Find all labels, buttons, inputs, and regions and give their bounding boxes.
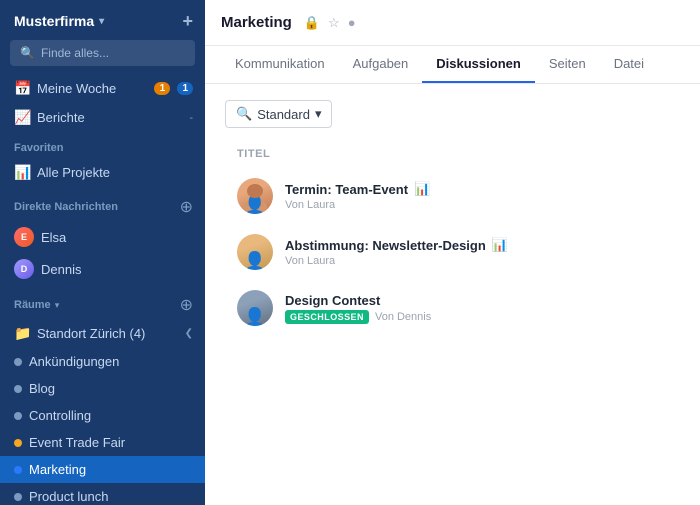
sidebar-item-standort-zurich[interactable]: 📁 Standort Zürich (4) ❮ [0,319,205,348]
search-placeholder: Finde alles... [41,46,109,60]
page-title: Marketing [221,14,292,31]
company-name-button[interactable]: Musterfirma ▾ [14,13,104,29]
discussion-title: Termin: Team-Event [285,182,408,197]
dm-label: Direkte Nachrichten [14,201,118,213]
discussion-meta: Von Laura [285,255,668,267]
chart-icon: 📊 [492,237,508,253]
dot-yellow-icon [14,439,22,447]
company-chevron-icon: ▾ [99,16,104,27]
all-projects-label: Alle Projekte [37,165,193,180]
sidebar-item-event-trade-fair[interactable]: Event Trade Fair [0,429,205,456]
rooms-toggle[interactable]: Räume ▾ [14,299,59,311]
discussion-content-team-event: Termin: Team-Event 📊 Von Laura [285,181,668,211]
folder-icon: 📁 [14,325,30,342]
rooms-section-header: Räume ▾ ⊕ [0,285,205,319]
search-icon: 🔍 [20,46,35,60]
star-icon[interactable]: ☆ [328,15,340,31]
sidebar-item-reports[interactable]: 📈 Berichte - [0,103,205,132]
week-badge-orange: 1 [154,82,170,95]
sidebar-item-marketing[interactable]: Marketing [0,456,205,483]
discussion-meta: Von Dennis [375,311,431,323]
discussion-content-newsletter: Abstimmung: Newsletter-Design 📊 Von Laur… [285,237,668,267]
sidebar: Musterfirma ▾ + 🔍 Finde alles... 📅 Meine… [0,0,205,505]
tab-diskussionen[interactable]: Diskussionen [422,45,535,83]
dm-elsa-label: Elsa [41,230,193,245]
sidebar-item-controlling[interactable]: Controlling [0,402,205,429]
room-label-ankuendigungen: Ankündigungen [29,354,193,369]
room-label-blog: Blog [29,381,193,396]
projects-icon: 📊 [14,164,30,181]
closed-badge: GESCHLOSSEN [285,310,369,324]
discussion-title-row: Abstimmung: Newsletter-Design 📊 [285,237,668,253]
dot-menu-icon[interactable]: ● [348,15,356,30]
discussion-title-row: Termin: Team-Event 📊 [285,181,668,197]
sidebar-item-all-projects[interactable]: 📊 Alle Projekte [0,158,205,187]
avatar-dennis: D [14,259,34,279]
calendar-icon: 📅 [14,80,30,97]
filter-bar: 🔍 Standard ▾ [225,100,680,128]
sidebar-add-button[interactable]: + [182,12,193,30]
sidebar-item-elsa[interactable]: E Elsa [0,221,205,253]
dot-gray-icon [14,412,22,420]
discussion-title: Abstimmung: Newsletter-Design [285,238,486,253]
sidebar-item-dennis[interactable]: D Dennis [0,253,205,285]
sidebar-search[interactable]: 🔍 Finde alles... [10,40,195,66]
chart-icon: 📊 [414,181,430,197]
filter-chevron-icon: ▾ [315,106,322,122]
room-label-event-trade-fair: Event Trade Fair [29,435,193,450]
discussion-title-row: Design Contest [285,293,668,308]
dot-gray-icon [14,385,22,393]
sidebar-item-product-lunch[interactable]: Product lunch [0,483,205,505]
discussion-meta: Von Laura [285,199,668,211]
tab-kommunikation[interactable]: Kommunikation [221,45,339,83]
avatar-laura-2: 👤 [237,234,273,270]
discussions-content: 🔍 Standard ▾ TITEL 👤 Termin: Team-Event … [205,84,700,505]
avatar-elsa: E [14,227,34,247]
tab-seiten[interactable]: Seiten [535,45,600,83]
rooms-chevron-icon: ▾ [55,300,60,311]
lock-icon[interactable]: 🔒 [304,15,320,31]
dm-section-header: Direkte Nachrichten ⊕ [0,187,205,221]
company-name: Musterfirma [14,13,94,29]
room-label-marketing: Marketing [29,462,193,477]
dot-gray-icon [14,358,22,366]
sidebar-item-ankuendigungen[interactable]: Ankündigungen [0,348,205,375]
sidebar-item-my-week[interactable]: 📅 Meine Woche 1 1 [0,74,205,103]
room-label-product-lunch: Product lunch [29,489,193,504]
my-week-label: Meine Woche [37,81,147,96]
dm-add-button[interactable]: ⊕ [180,197,193,217]
table-header-titel: TITEL [225,144,680,168]
tab-bar: Kommunikation Aufgaben Diskussionen Seit… [205,46,700,84]
avatar-laura-1: 👤 [237,178,273,214]
discussion-title: Design Contest [285,293,380,308]
main-content: Marketing 🔒 ☆ ● Kommunikation Aufgaben D… [205,0,700,505]
reports-icon: 📈 [14,109,30,126]
discussion-item-team-event[interactable]: 👤 Termin: Team-Event 📊 Von Laura [225,168,680,224]
discussion-content-design-contest: Design Contest GESCHLOSSEN Von Dennis [285,293,668,324]
sidebar-item-blog[interactable]: Blog [0,375,205,402]
room-label-zurich: Standort Zürich (4) [37,326,178,341]
rooms-add-button[interactable]: ⊕ [180,295,193,315]
sidebar-header: Musterfirma ▾ + [0,0,205,40]
reports-dash: - [189,112,193,124]
filter-label: Standard [257,107,310,122]
dm-dennis-label: Dennis [41,262,193,277]
room-label-controlling: Controlling [29,408,193,423]
discussion-item-newsletter[interactable]: 👤 Abstimmung: Newsletter-Design 📊 Von La… [225,224,680,280]
avatar-dennis-main: 👤 [237,290,273,326]
tab-aufgaben[interactable]: Aufgaben [339,45,423,83]
dot-gray-icon [14,493,22,501]
dot-blue-icon [14,466,22,474]
collapse-arrow-icon: ❮ [185,328,193,339]
week-badge-blue: 1 [177,82,193,95]
filter-search-icon: 🔍 [236,106,252,122]
filter-standard-button[interactable]: 🔍 Standard ▾ [225,100,332,128]
tab-datei[interactable]: Datei [600,45,658,83]
discussion-item-design-contest[interactable]: 👤 Design Contest GESCHLOSSEN Von Dennis [225,280,680,336]
reports-label: Berichte [37,110,182,125]
topbar: Marketing 🔒 ☆ ● [205,0,700,46]
favorites-section-label: Favoriten [0,132,205,158]
rooms-label: Räume [14,299,51,311]
